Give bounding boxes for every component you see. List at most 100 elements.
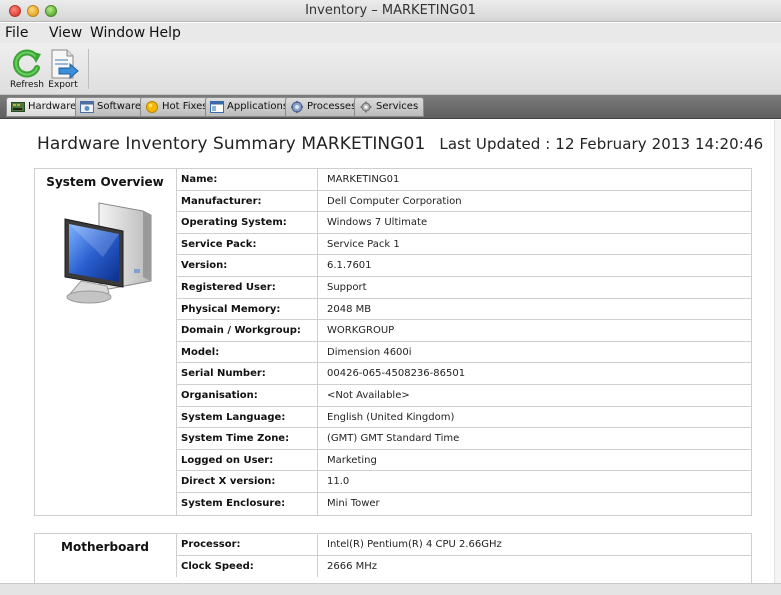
row-value: Marketing	[327, 454, 377, 466]
tab-applications[interactable]: Applications	[205, 97, 295, 117]
tab-hardware-label: Hardware	[28, 101, 77, 112]
title-bar: Inventory – MARKETING01	[0, 0, 781, 22]
tab-applications-label: Applications	[227, 101, 289, 112]
system-overview-section: System Overview Name: MARKETING01 Manufa…	[34, 168, 752, 516]
row-label: Clock Speed:	[176, 555, 318, 578]
export-icon	[51, 49, 79, 80]
row-value: 11.0	[327, 476, 350, 488]
inventory-window: Inventory – MARKETING01 File View Window…	[0, 0, 781, 595]
table-row: Manufacturer: Dell Computer Corporation	[176, 190, 752, 213]
menu-bar: File View Window Help	[0, 23, 781, 43]
table-row: Service Pack: Service Pack 1	[176, 233, 752, 256]
row-label: Manufacturer:	[176, 190, 318, 212]
row-label: Operating System:	[176, 212, 318, 233]
refresh-icon	[12, 49, 41, 78]
system-overview-title: System Overview	[46, 175, 164, 189]
export-button[interactable]: Export	[43, 46, 83, 92]
row-label: System Enclosure:	[176, 492, 318, 515]
row-value: Support	[327, 281, 367, 293]
status-bar	[0, 583, 781, 595]
row-value: 2048 MB	[327, 303, 372, 315]
table-row: Registered User: Support	[176, 276, 752, 299]
tab-hot-fixes-label: Hot Fixes	[162, 101, 208, 112]
motherboard-section: Motherboard Processor: Intel(R) Pentium(R…	[34, 533, 752, 583]
table-row: Operating System: Windows 7 Ultimate	[176, 212, 752, 234]
row-label: Physical Memory:	[176, 298, 318, 320]
tab-software[interactable]: Software	[75, 97, 148, 117]
summary-heading: Hardware Inventory Summary MARKETING01 La…	[37, 134, 763, 154]
table-row: System Time Zone: (GMT) GMT Standard Time	[176, 428, 752, 450]
row-value: Dimension 4600i	[327, 346, 412, 358]
tab-services-label: Services	[376, 101, 419, 112]
row-value: WORKGROUP	[327, 325, 395, 337]
tab-processes[interactable]: Processes	[285, 97, 363, 117]
menu-view[interactable]: View	[49, 25, 82, 41]
row-value: <Not Available>	[327, 389, 410, 401]
software-icon	[80, 101, 94, 113]
services-icon	[360, 101, 372, 113]
row-label: System Language:	[176, 406, 318, 428]
row-value: Dell Computer Corporation	[327, 195, 462, 207]
last-updated: Last Updated : 12 February 2013 14:20:46	[439, 135, 764, 153]
summary-title: Hardware Inventory Summary MARKETING01	[37, 134, 426, 154]
row-label: Serial Number:	[176, 363, 318, 384]
toolbar: Refresh Export	[0, 43, 781, 95]
row-value: Service Pack 1	[327, 238, 400, 250]
refresh-label: Refresh	[10, 80, 44, 90]
table-row: Serial Number: 00426-065-4508236-86501	[176, 363, 752, 385]
export-label: Export	[48, 80, 78, 90]
hotfixes-icon	[146, 101, 158, 113]
applications-icon	[210, 101, 224, 113]
row-label: Service Pack:	[176, 233, 318, 255]
tab-hot-fixes[interactable]: Hot Fixes	[140, 97, 214, 117]
computer-icon	[64, 202, 152, 304]
table-row: Version: 6.1.7601	[176, 255, 752, 277]
row-label: System Time Zone:	[176, 428, 318, 449]
inventory-content[interactable]: Hardware Inventory Summary MARKETING01 La…	[0, 120, 781, 583]
row-label: Model:	[176, 341, 318, 363]
row-label: Logged on User:	[176, 449, 318, 471]
table-row: Logged on User: Marketing	[176, 449, 752, 472]
row-label: Direct X version:	[176, 471, 318, 492]
tab-software-label: Software	[97, 101, 142, 112]
table-row: Name: MARKETING01	[176, 169, 752, 191]
table-row: Domain / Workgroup: WORKGROUP	[176, 320, 752, 342]
hardware-icon	[11, 102, 25, 112]
row-label: Processor:	[176, 534, 318, 555]
menu-window[interactable]: Window	[90, 25, 145, 41]
row-value: Windows 7 Ultimate	[327, 217, 428, 229]
menu-file[interactable]: File	[5, 25, 28, 41]
row-value: MARKETING01	[327, 174, 400, 185]
table-row: System Enclosure: Mini Tower	[176, 492, 752, 515]
table-row: Clock Speed: 2666 MHz	[176, 555, 752, 578]
tab-strip: Hardware Software Hot Fixes Applications…	[0, 95, 781, 119]
table-row: Processor: Intel(R) Pentium(R) 4 CPU 2.66…	[176, 534, 752, 556]
toolbar-separator	[88, 49, 89, 89]
row-label: Registered User:	[176, 276, 318, 298]
row-label: Name:	[176, 169, 318, 190]
row-value: English (United Kingdom)	[327, 411, 455, 423]
row-value: 00426-065-4508236-86501	[327, 368, 466, 380]
processes-icon	[291, 101, 303, 113]
row-value: Mini Tower	[327, 497, 380, 509]
vertical-scrollbar[interactable]	[774, 120, 781, 583]
tab-processes-label: Processes	[307, 101, 357, 112]
row-value: 6.1.7601	[327, 260, 372, 272]
system-overview-table: Name: MARKETING01 Manufacturer: Dell Comput…	[176, 169, 752, 515]
table-row: Model: Dimension 4600i	[176, 341, 752, 364]
motherboard-title: Motherboard	[61, 540, 149, 554]
menu-help[interactable]: Help	[149, 25, 181, 41]
tab-hardware[interactable]: Hardware	[6, 97, 83, 117]
motherboard-table: Processor: Intel(R) Pentium(R) 4 CPU 2.66…	[176, 534, 752, 578]
table-row: Organisation: <Not Available>	[176, 384, 752, 407]
table-row: Physical Memory: 2048 MB	[176, 298, 752, 321]
row-value: 2666 MHz	[327, 560, 378, 572]
row-value: (GMT) GMT Standard Time	[327, 433, 460, 445]
refresh-button[interactable]: Refresh	[7, 46, 47, 92]
table-row: Direct X version: 11.0	[176, 471, 752, 493]
row-label: Domain / Workgroup:	[176, 320, 318, 341]
tab-services[interactable]: Services	[354, 97, 425, 117]
table-row: System Language: English (United Kingdom)	[176, 406, 752, 429]
row-label: Organisation:	[176, 384, 318, 406]
row-value: Intel(R) Pentium(R) 4 CPU 2.66GHz	[327, 539, 502, 550]
